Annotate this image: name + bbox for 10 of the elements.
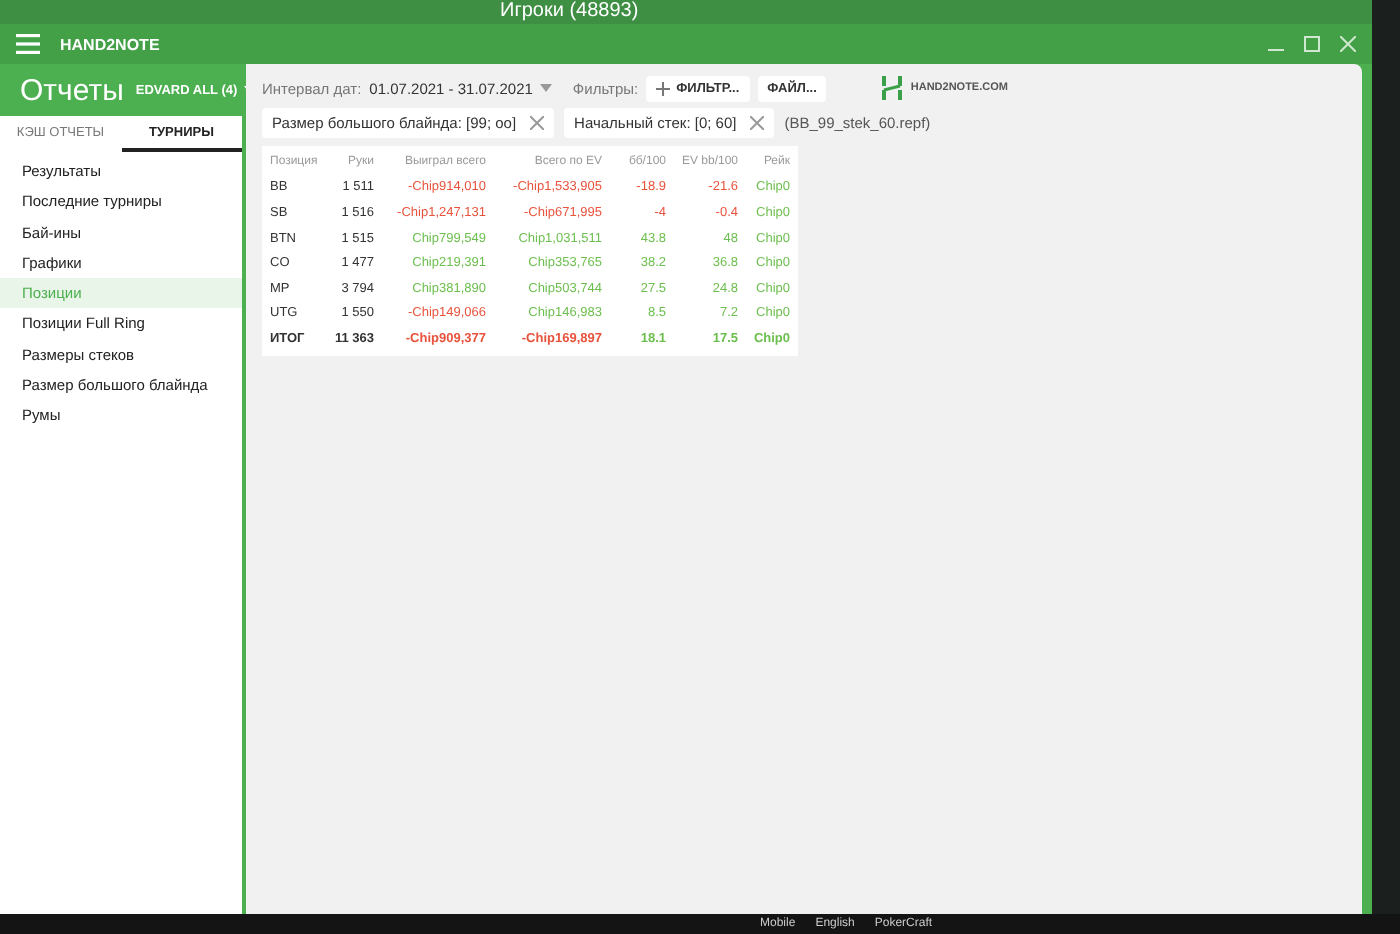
close-icon[interactable] bbox=[530, 116, 545, 130]
caret-icon bbox=[540, 84, 553, 92]
background-window-title: Игроки (48893) bbox=[500, 0, 639, 24]
logo-icon bbox=[882, 76, 903, 100]
window-title: HAND2NOTE bbox=[60, 35, 160, 53]
close-icon[interactable] bbox=[750, 116, 765, 130]
page-title: Отчеты bbox=[20, 73, 124, 107]
menu-icon[interactable] bbox=[16, 34, 40, 54]
maximize-icon[interactable] bbox=[1304, 36, 1320, 52]
plus-icon bbox=[656, 81, 671, 95]
